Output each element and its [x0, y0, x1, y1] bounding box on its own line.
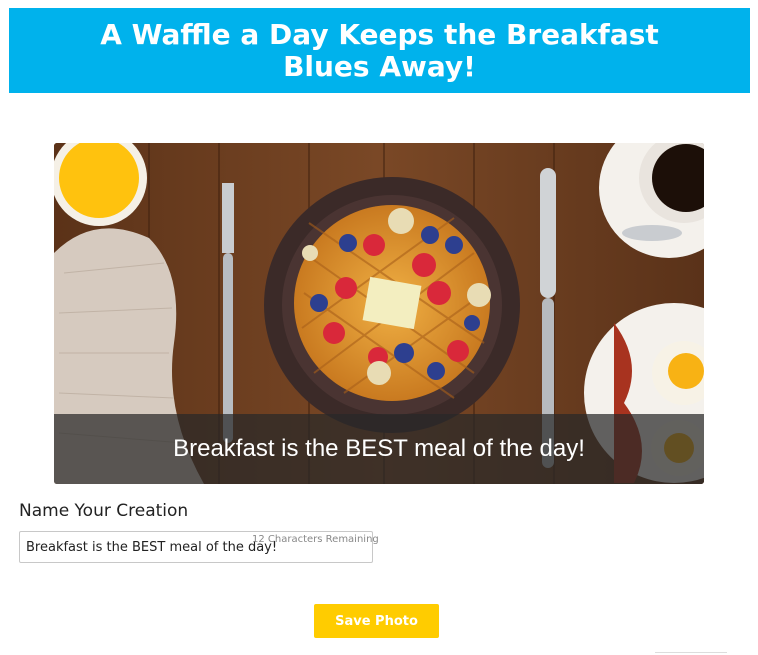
save-photo-button[interactable]: Save Photo — [314, 604, 439, 638]
photo-caption: Breakfast is the BEST meal of the day! — [173, 435, 585, 462]
divider — [655, 652, 727, 653]
characters-remaining: 12 Characters Remaining — [252, 534, 379, 545]
page-title: A Waffle a Day Keeps the Breakfast Blues… — [100, 17, 659, 83]
caption-overlay: Breakfast is the BEST meal of the day! — [54, 414, 704, 484]
waffle-photo: Breakfast is the BEST meal of the day! — [54, 143, 704, 484]
header-banner: A Waffle a Day Keeps the Breakfast Blues… — [9, 8, 750, 93]
name-label: Name Your Creation — [19, 501, 189, 521]
